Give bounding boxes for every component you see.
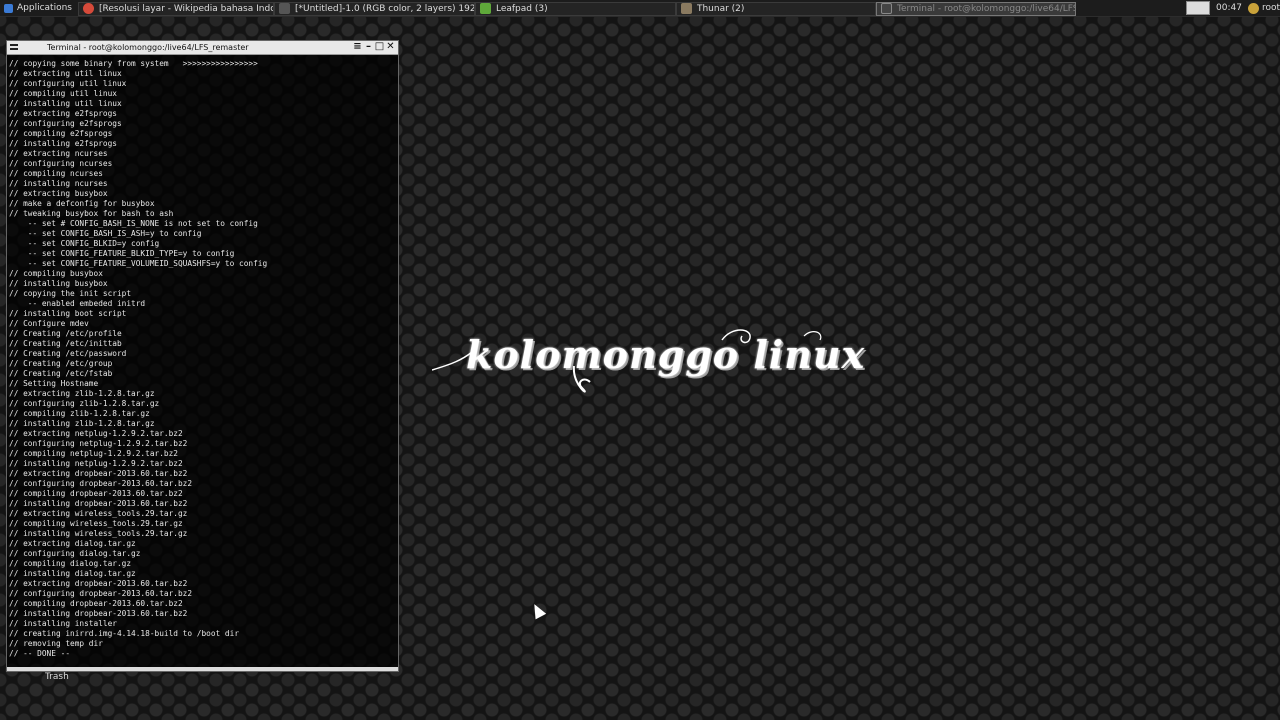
user-icon — [1247, 2, 1259, 14]
terminal-line: // creating inirrd.img-4.14.18-build to … — [9, 629, 240, 638]
terminal-line: // installing ncurses — [9, 179, 108, 188]
terminal-line: // Creating /etc/inittab — [9, 339, 122, 348]
task-leafpad[interactable]: Leafpad (3) — [474, 1, 676, 16]
terminal-icon — [880, 3, 892, 14]
task-gimp[interactable]: [*Untitled]-1.0 (RGB color, 2 layers) 19… — [273, 1, 475, 16]
close-icon[interactable]: ✕ — [385, 41, 396, 54]
terminal-line: // tweaking busybox for bash to ash — [9, 209, 174, 218]
mouse-pointer-icon — [529, 601, 547, 620]
window-menu-icon[interactable] — [10, 44, 18, 50]
terminal-line: // installing netplug-1.2.9.2.tar.bz2 — [9, 459, 183, 468]
terminal-line: // removing temp dir — [9, 639, 103, 648]
logo-swirl-decoration — [432, 329, 822, 393]
gimp-icon — [278, 3, 290, 14]
terminal-line: // extracting e2fsprogs — [9, 109, 117, 118]
system-tray: 00:47 root — [1186, 0, 1280, 16]
terminal-line: // compiling e2fsprogs — [9, 129, 113, 138]
terminal-line: // Creating /etc/group — [9, 359, 113, 368]
terminal-line: // installing util linux — [9, 99, 122, 108]
terminal-window[interactable]: Terminal - root@kolomonggo:/live64/LFS_r… — [6, 40, 399, 672]
task-label: [*Untitled]-1.0 (RGB color, 2 layers) 19… — [294, 3, 474, 14]
terminal-line: // compiling dropbear-2013.60.tar.bz2 — [9, 599, 183, 608]
terminal-line: // installing dropbear-2013.60.tar.bz2 — [9, 499, 188, 508]
maximize-icon[interactable]: □ — [374, 41, 385, 54]
terminal-line: // extracting ncurses — [9, 149, 108, 158]
terminal-line: // installing e2fsprogs — [9, 139, 117, 148]
terminal-line: // installing wireless_tools.29.tar.gz — [9, 529, 188, 538]
task-terminal[interactable]: Terminal - root@kolomonggo:/live64/LFS_.… — [875, 1, 1076, 16]
terminal-line: // extracting util linux — [9, 69, 122, 78]
terminal-line: // Creating /etc/fstab — [9, 369, 113, 378]
terminal-line: // extracting busybox — [9, 189, 108, 198]
shade-icon[interactable]: ≡ — [352, 41, 363, 54]
terminal-line: // installing installer — [9, 619, 117, 628]
terminal-line: -- set # CONFIG_BASH_IS_NONE is not set … — [9, 219, 258, 228]
task-label: Terminal - root@kolomonggo:/live64/LFS_.… — [896, 3, 1076, 14]
terminal-line: // configuring dialog.tar.gz — [9, 549, 141, 558]
terminal-line: // installing dropbear-2013.60.tar.bz2 — [9, 609, 188, 618]
terminal-line: -- set CONFIG_FEATURE_BLKID_TYPE=y to co… — [9, 249, 235, 258]
terminal-line: // installing boot script — [9, 309, 127, 318]
task-label: Thunar (2) — [696, 3, 745, 14]
terminal-line: // configuring ncurses — [9, 159, 113, 168]
terminal-line: // compiling zlib-1.2.8.tar.gz — [9, 409, 150, 418]
terminal-titlebar[interactable]: Terminal - root@kolomonggo:/live64/LFS_r… — [7, 41, 398, 55]
clock[interactable]: 00:47 — [1216, 0, 1242, 16]
terminal-line: // compiling util linux — [9, 89, 117, 98]
terminal-line: // make a defconfig for busybox — [9, 199, 155, 208]
terminal-line: // installing dialog.tar.gz — [9, 569, 136, 578]
terminal-line: // copying the init script — [9, 289, 132, 298]
applications-label: Applications — [17, 3, 72, 13]
terminal-line: // compiling wireless_tools.29.tar.gz — [9, 519, 183, 528]
applications-icon — [4, 3, 13, 13]
chromium-icon — [82, 3, 94, 14]
wallpaper-logo: kolomonggo linux — [432, 326, 864, 398]
terminal-scrollbar[interactable] — [7, 667, 398, 671]
thunar-icon — [680, 3, 692, 14]
trash-label[interactable]: Trash — [45, 672, 69, 682]
terminal-line: // configuring dropbear-2013.60.tar.bz2 — [9, 479, 193, 488]
task-label: Leafpad (3) — [495, 3, 548, 14]
terminal-line: // Creating /etc/password — [9, 349, 127, 358]
task-label: [Resolusi layar - Wikipedia bahasa Indon… — [98, 3, 273, 14]
applications-menu[interactable]: Applications — [0, 0, 78, 16]
terminal-line: // compiling ncurses — [9, 169, 103, 178]
workspace-switcher[interactable] — [1186, 1, 1211, 15]
terminal-line: // installing zlib-1.2.8.tar.gz — [9, 419, 155, 428]
minimize-icon[interactable]: – — [363, 41, 374, 54]
task-thunar[interactable]: Thunar (2) — [675, 1, 876, 16]
terminal-line: // configuring util linux — [9, 79, 127, 88]
terminal-line: // configuring netplug-1.2.9.2.tar.bz2 — [9, 439, 188, 448]
terminal-line: // compiling dialog.tar.gz — [9, 559, 132, 568]
leafpad-icon — [479, 3, 491, 14]
user-label[interactable]: root — [1262, 0, 1280, 16]
terminal-line: // compiling busybox — [9, 269, 103, 278]
terminal-output[interactable]: // copying some binary from system >>>>>… — [7, 55, 398, 659]
terminal-line: -- enabled embeded initrd — [9, 299, 146, 308]
terminal-line: // extracting zlib-1.2.8.tar.gz — [9, 389, 155, 398]
terminal-line: // Configure mdev — [9, 319, 89, 328]
terminal-line: // compiling netplug-1.2.9.2.tar.bz2 — [9, 449, 178, 458]
terminal-line: // configuring e2fsprogs — [9, 119, 122, 128]
terminal-line: // extracting netplug-1.2.9.2.tar.bz2 — [9, 429, 183, 438]
terminal-line: // installing busybox — [9, 279, 108, 288]
terminal-line: -- set CONFIG_BASH_IS_ASH=y to config — [9, 229, 202, 238]
terminal-line: // -- DONE -- — [9, 649, 71, 658]
terminal-line: // configuring zlib-1.2.8.tar.gz — [9, 399, 160, 408]
terminal-line: // Creating /etc/profile — [9, 329, 122, 338]
terminal-line: -- set CONFIG_FEATURE_VOLUMEID_SQUASHFS=… — [9, 259, 268, 268]
window-title: Terminal - root@kolomonggo:/live64/LFS_r… — [47, 43, 249, 52]
terminal-line: // Setting Hostname — [9, 379, 99, 388]
terminal-line: // compiling dropbear-2013.60.tar.bz2 — [9, 489, 183, 498]
terminal-line: // extracting wireless_tools.29.tar.gz — [9, 509, 188, 518]
task-chromium[interactable]: [Resolusi layar - Wikipedia bahasa Indon… — [77, 1, 274, 16]
terminal-line: // extracting dialog.tar.gz — [9, 539, 136, 548]
terminal-line: // copying some binary from system >>>>>… — [9, 59, 258, 68]
terminal-line: // extracting dropbear-2013.60.tar.bz2 — [9, 579, 188, 588]
terminal-line: -- set CONFIG_BLKID=y config — [9, 239, 160, 248]
terminal-line: // extracting dropbear-2013.60.tar.bz2 — [9, 469, 188, 478]
top-panel: Applications [Resolusi layar - Wikipedia… — [0, 0, 1280, 17]
terminal-line: // configuring dropbear-2013.60.tar.bz2 — [9, 589, 193, 598]
